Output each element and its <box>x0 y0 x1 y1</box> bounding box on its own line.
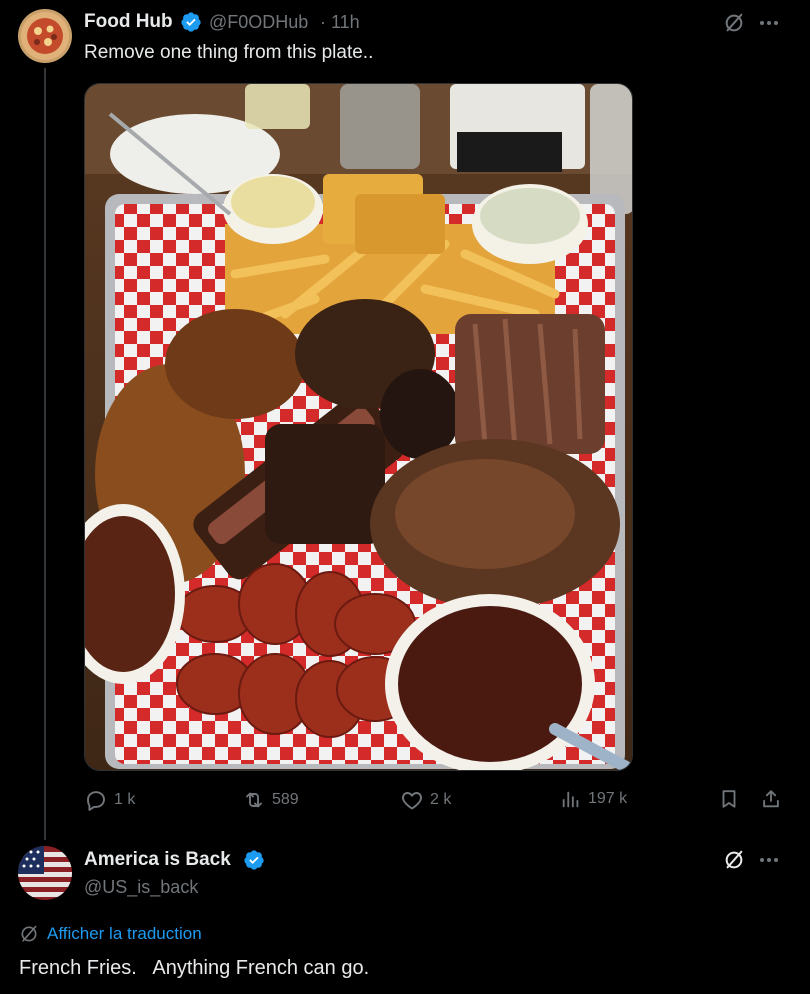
author-name[interactable]: Food Hub <box>84 11 173 33</box>
thread-line <box>44 68 46 840</box>
tweet-image[interactable] <box>84 83 633 771</box>
reply-grok-icon[interactable] <box>723 849 745 871</box>
author-handle[interactable]: @F0ODHub <box>209 12 308 33</box>
share-icon <box>763 790 779 808</box>
repost-count: 589 <box>272 791 299 808</box>
repost-button[interactable]: 589 <box>242 788 299 812</box>
translate-icon <box>21 925 37 942</box>
show-translation-link[interactable]: Afficher la traduction <box>19 924 202 944</box>
like-count: 2 k <box>430 791 452 808</box>
reply-author-handle[interactable]: @US_is_back <box>84 877 198 898</box>
reply-count: 1 k <box>114 791 136 808</box>
views-count: 197 k <box>588 790 628 807</box>
views-button[interactable]: 197 k <box>560 788 627 810</box>
food-hub-avatar[interactable] <box>18 9 72 63</box>
repost-icon <box>246 792 262 808</box>
tweet-actions: 1 k 589 2 k 197 k <box>84 788 784 816</box>
reply-text: French Fries. Anything French can go. <box>19 957 370 979</box>
reply-author-name[interactable]: America is Back <box>84 849 231 871</box>
bookmark-button[interactable] <box>718 788 740 810</box>
share-button[interactable] <box>760 788 782 810</box>
reply-verified-badge-icon <box>244 850 264 870</box>
more-options-icon[interactable] <box>758 14 780 32</box>
tweet-text: Remove one thing from this plate.. <box>84 42 374 63</box>
reply-more-options-icon[interactable] <box>758 851 780 869</box>
heart-icon <box>402 792 422 810</box>
america-is-back-avatar[interactable] <box>18 846 72 900</box>
reply-icon <box>87 791 105 811</box>
tweet-time[interactable]: · 11h <box>320 12 360 33</box>
show-translation-label: Afficher la traduction <box>47 924 202 943</box>
grok-icon[interactable] <box>723 12 745 34</box>
like-button[interactable]: 2 k <box>400 788 451 812</box>
reply-button[interactable]: 1 k <box>84 788 135 812</box>
bookmark-icon <box>722 790 736 808</box>
verified-badge-icon <box>181 12 201 32</box>
views-icon <box>562 791 579 808</box>
